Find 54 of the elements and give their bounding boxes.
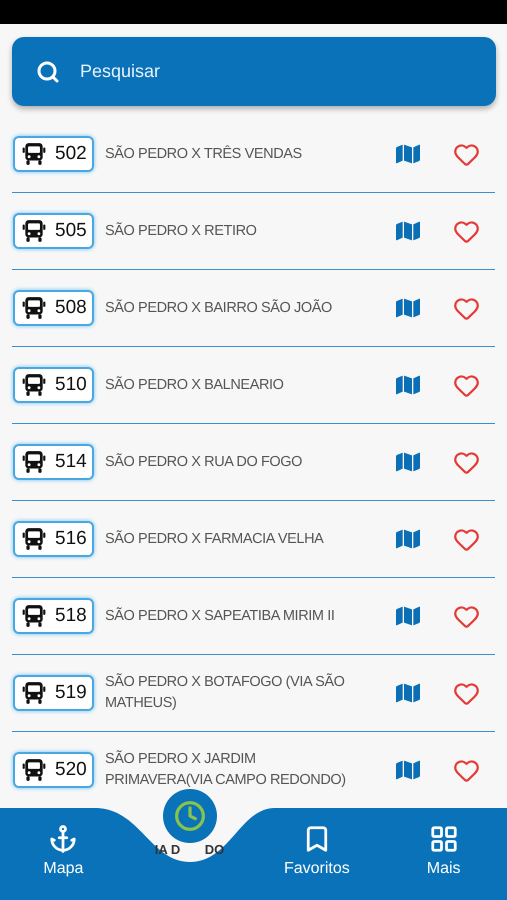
map-icon xyxy=(396,296,420,320)
route-number: 518 xyxy=(55,605,87,627)
route-name[interactable]: SÃO PEDRO X FARMACIA VELHA xyxy=(105,528,353,550)
search-field[interactable]: Pesquisar xyxy=(12,37,496,106)
bus-icon xyxy=(21,680,47,706)
route-number-badge[interactable]: 516 xyxy=(13,521,94,557)
search-input[interactable]: Pesquisar xyxy=(78,60,472,83)
route-number-badge[interactable]: 518 xyxy=(13,598,94,634)
route-number-badge[interactable]: 502 xyxy=(13,136,94,172)
map-icon xyxy=(396,373,420,397)
route-number: 510 xyxy=(55,374,87,396)
bus-icon xyxy=(21,141,47,167)
nav-item[interactable]: Favoritos xyxy=(284,824,350,878)
anchor-icon xyxy=(48,824,78,854)
bus-icon xyxy=(21,757,47,783)
search-icon xyxy=(36,60,60,84)
map-icon xyxy=(396,450,420,474)
route-number: 520 xyxy=(55,759,87,781)
bus-icon xyxy=(21,526,47,552)
map-icon xyxy=(396,142,420,166)
route-name[interactable]: SÃO PEDRO X BALNEARIO xyxy=(105,374,353,396)
route-number-badge[interactable]: 505 xyxy=(13,213,94,249)
clock-icon xyxy=(174,800,206,832)
grid-icon xyxy=(428,824,459,854)
bus-icon xyxy=(21,218,47,244)
map-icon xyxy=(396,527,420,551)
map-icon xyxy=(396,219,420,243)
route-number: 519 xyxy=(55,682,87,704)
map-icon xyxy=(396,758,420,782)
route-number: 516 xyxy=(55,528,87,550)
route-name[interactable]: SÃO PEDRO X TRÊS VENDAS xyxy=(105,144,353,164)
route-number-badge[interactable]: 520 xyxy=(13,752,94,788)
route-number: 508 xyxy=(55,297,87,319)
route-number-badge[interactable]: 519 xyxy=(13,675,94,711)
route-number: 505 xyxy=(55,220,87,242)
bus-icon xyxy=(21,372,47,398)
nav-item[interactable]: Mais xyxy=(426,824,461,878)
map-icon xyxy=(396,604,420,628)
route-number: 514 xyxy=(55,451,87,473)
route-name[interactable]: SÃO PEDRO X RUA DO FOGO xyxy=(105,452,353,472)
nav-item[interactable]: Mapa xyxy=(43,824,84,878)
bus-icon xyxy=(21,449,47,475)
map-icon xyxy=(396,681,420,705)
bus-icon xyxy=(21,603,47,629)
route-name[interactable]: SÃO PEDRO X RETIRO xyxy=(105,220,353,242)
route-name[interactable]: SÃO PEDRO X JARDIM PRIMAVERA(VIA CAMPO REDONDO) xyxy=(105,749,353,791)
route-number-badge[interactable]: 508 xyxy=(13,290,94,326)
route-name[interactable]: SÃO PEDRO X SAPEATIBA MIRIM II xyxy=(105,606,353,626)
route-name[interactable]: SÃO PEDRO X BOTAFOGO (VIA SÃO MATHEUS) xyxy=(105,672,353,714)
bus-icon xyxy=(21,295,47,321)
route-number: 502 xyxy=(55,143,87,165)
route-number-badge[interactable]: 510 xyxy=(13,367,94,403)
route-name[interactable]: SÃO PEDRO X BAIRRO SÃO JOÃO xyxy=(105,298,353,318)
route-number-badge[interactable]: 514 xyxy=(13,444,94,480)
